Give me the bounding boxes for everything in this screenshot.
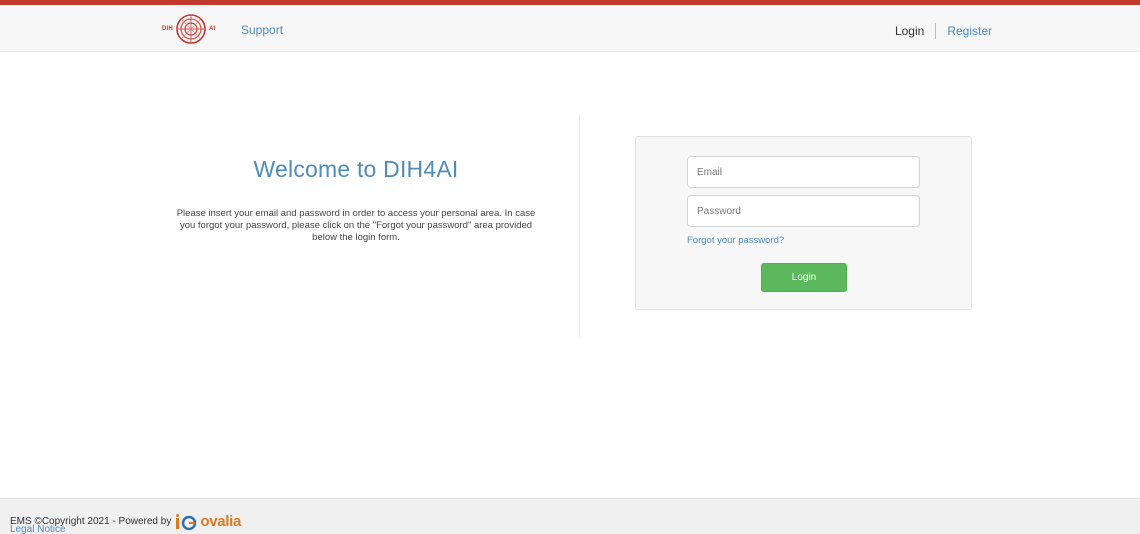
logo-text-left: DIH bbox=[162, 26, 173, 32]
logo-emblem-icon bbox=[176, 14, 206, 44]
email-field[interactable] bbox=[687, 156, 920, 188]
nav-login-link[interactable]: Login bbox=[895, 24, 924, 38]
welcome-description: Please insert your email and password in… bbox=[176, 208, 536, 243]
login-button[interactable]: Login bbox=[761, 263, 847, 292]
brand-logo[interactable]: ovalia bbox=[176, 513, 241, 530]
vertical-divider bbox=[579, 115, 580, 337]
password-field[interactable] bbox=[687, 195, 920, 227]
dih4ai-logo[interactable]: DIH AI bbox=[162, 9, 222, 49]
auth-nav: Login Register bbox=[895, 23, 992, 39]
nav-register-link[interactable]: Register bbox=[947, 24, 992, 38]
page-title: Welcome to DIH4AI bbox=[253, 156, 459, 182]
support-link[interactable]: Support bbox=[241, 23, 283, 37]
nav-separator bbox=[935, 23, 937, 39]
footer: EMS ©Copyright 2021 - Powered by ovalia … bbox=[0, 498, 1140, 534]
welcome-section: Welcome to DIH4AI Please insert your ema… bbox=[160, 156, 552, 244]
forgot-password-link[interactable]: Forgot your password? bbox=[687, 235, 784, 246]
brand-name: ovalia bbox=[200, 513, 242, 530]
logo-text-right: AI bbox=[208, 26, 216, 32]
top-navbar: DIH AI Support Login Register bbox=[0, 0, 1140, 52]
legal-notice-link[interactable]: Legal Notice bbox=[10, 525, 66, 534]
brand-mark-icon bbox=[176, 513, 197, 530]
login-panel: Forgot your password? Login bbox=[635, 136, 972, 310]
